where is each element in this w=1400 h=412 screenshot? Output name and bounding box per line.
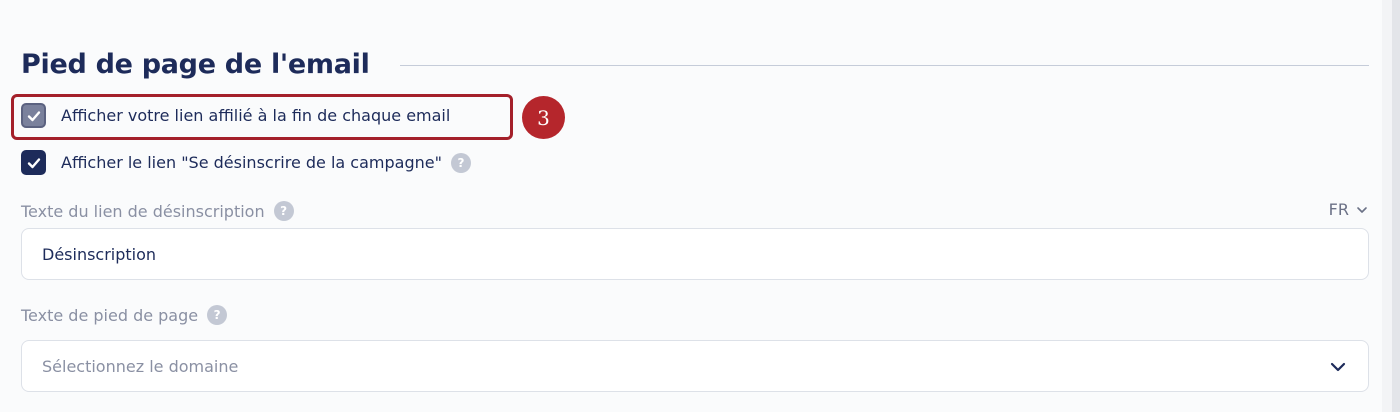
scrollbar-thumb[interactable] <box>1392 0 1400 412</box>
unsubscribe-text-label: Texte du lien de désinscription <box>21 201 265 221</box>
footer-text-label-row: Texte de pied de page ? <box>21 305 228 325</box>
unsubscribe-text-value: Désinscription <box>42 244 157 264</box>
affiliate-link-option[interactable]: Afficher votre lien affilié à la fin de … <box>21 103 450 128</box>
checkmark-icon <box>27 110 40 121</box>
help-icon[interactable]: ? <box>273 201 294 221</box>
section-title: Pied de page de l'email <box>21 48 370 80</box>
unsubscribe-link-label: Afficher le lien "Se désinscrire de la c… <box>61 153 442 172</box>
chevron-down-icon <box>1357 206 1367 213</box>
unsubscribe-text-label-row: Texte du lien de désinscription ? <box>21 201 294 221</box>
chevron-down-icon <box>1330 362 1346 372</box>
affiliate-link-label: Afficher votre lien affilié à la fin de … <box>61 106 451 125</box>
footer-text-label: Texte de pied de page <box>21 305 199 325</box>
email-footer-settings: Pied de page de l'email Afficher votre l… <box>0 0 1400 412</box>
help-icon[interactable]: ? <box>450 152 471 173</box>
step-number-badge: 3 <box>522 96 565 139</box>
section-divider <box>399 64 1369 66</box>
unsubscribe-text-input[interactable]: Désinscription <box>21 228 1369 280</box>
affiliate-link-checkbox[interactable] <box>21 103 46 128</box>
domain-select-placeholder: Sélectionnez le domaine <box>42 356 239 376</box>
unsubscribe-link-option[interactable]: Afficher le lien "Se désinscrire de la c… <box>21 150 471 175</box>
language-selector[interactable]: FR <box>1329 200 1368 219</box>
unsubscribe-link-checkbox[interactable] <box>21 150 46 175</box>
domain-select[interactable]: Sélectionnez le domaine <box>21 340 1369 392</box>
section-header: Pied de page de l'email <box>21 44 1369 84</box>
help-icon[interactable]: ? <box>207 305 228 325</box>
language-code: FR <box>1328 200 1349 219</box>
checkmark-icon <box>27 157 40 168</box>
